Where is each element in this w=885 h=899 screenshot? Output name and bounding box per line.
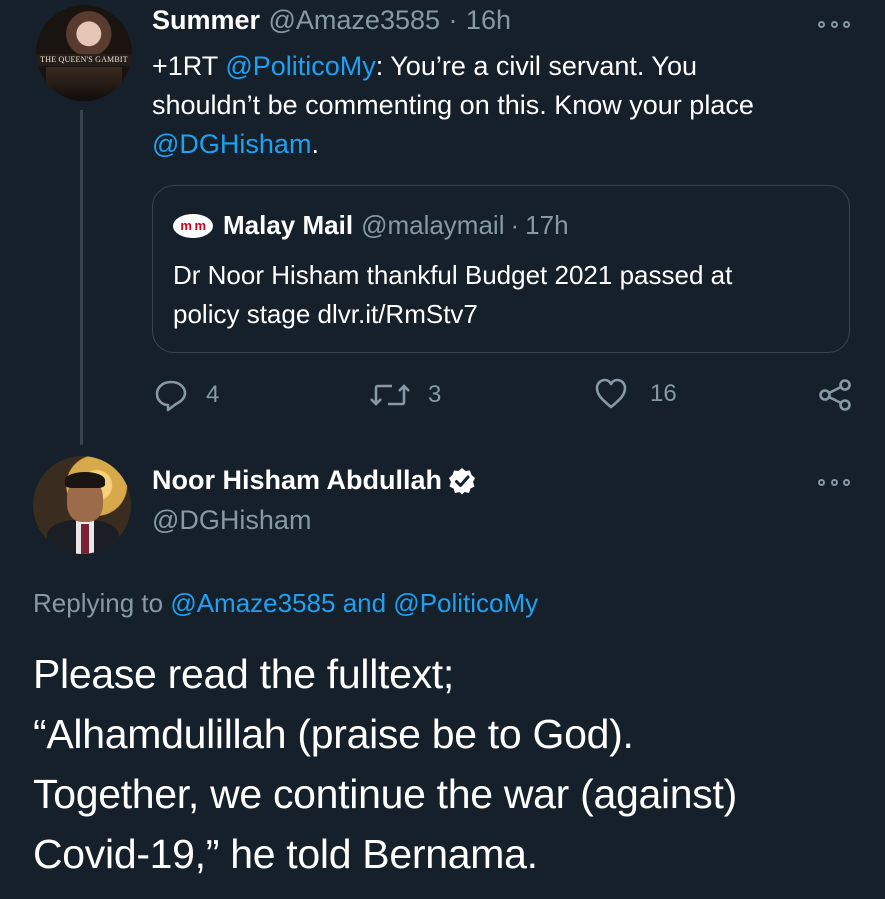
quoted-text-line2: policy stage dlvr.it/RmStv7: [173, 299, 478, 329]
mention-dghisham[interactable]: @DGHisham: [152, 129, 311, 159]
tweet2-text-line: Covid-19,” he told Bernama.: [33, 831, 538, 877]
reply-icon: [155, 380, 187, 412]
dghisham-avatar[interactable]: [33, 456, 131, 554]
tweet1-text-line2: shouldn’t be commenting on this. Know yo…: [152, 90, 754, 120]
share-button[interactable]: [818, 378, 852, 417]
tweet1-text-prefix: +1RT: [152, 51, 226, 81]
quoted-tweet-card[interactable]: m m Malay Mail @malaymail · 17h Dr Noor …: [152, 185, 850, 353]
malay-mail-logo-icon: m m: [173, 213, 213, 238]
tweet2-author-handle[interactable]: @DGHisham: [152, 505, 311, 536]
quoted-text-line1: Dr Noor Hisham thankful Budget 2021 pass…: [173, 260, 733, 290]
replying-to-line: Replying to @Amaze3585 and @PoliticoMy: [33, 588, 538, 619]
quoted-author-handle: @malaymail: [361, 210, 505, 240]
tweet2-text-line: Together, we continue the war (against): [33, 771, 737, 817]
like-button[interactable]: 16: [594, 378, 677, 410]
avatar-hair: [65, 472, 105, 488]
replying-and: and: [335, 588, 394, 618]
share-icon: [819, 379, 851, 411]
retweet-icon: [370, 384, 410, 406]
tweet1-text: +1RT @PoliticoMy: You’re a civil servant…: [152, 47, 852, 164]
tweet1-more-options-icon[interactable]: [818, 18, 850, 30]
like-count: 16: [650, 380, 677, 407]
reply-count: 4: [206, 381, 220, 408]
tweet1-time[interactable]: 16h: [466, 5, 511, 35]
thread-connector-line: [80, 110, 83, 445]
tweet2-more-options-icon[interactable]: [818, 476, 850, 488]
quoted-time: 17h: [525, 210, 569, 240]
quoted-tweet-header: m m Malay Mail @malaymail · 17h: [173, 210, 569, 241]
avatar-caption: THE QUEEN'S GAMBIT: [36, 54, 132, 66]
avatar-tie: [81, 524, 89, 554]
reply-button[interactable]: 4: [154, 378, 219, 412]
verified-badge-icon: [449, 467, 476, 494]
tweet2-text-line: “Alhamdulillah (praise be to God).: [33, 711, 634, 757]
avatar-figure: [46, 67, 122, 101]
replying-user-amaze3585[interactable]: @Amaze3585: [170, 588, 335, 618]
quoted-tweet-text: Dr Noor Hisham thankful Budget 2021 pass…: [173, 256, 732, 334]
quoted-separator: ·: [510, 210, 520, 240]
tweet1-text-end: .: [311, 129, 319, 159]
heart-icon: [595, 378, 627, 409]
tweet1-header: Summer @Amaze3585 · 16h: [152, 5, 511, 36]
retweet-button[interactable]: 3: [370, 378, 441, 412]
tweet1-separator: ·: [448, 5, 458, 35]
tweet2-header: Noor Hisham Abdullah: [152, 465, 476, 496]
summer-avatar[interactable]: THE QUEEN'S GAMBIT: [36, 5, 132, 101]
retweet-count: 3: [428, 381, 442, 408]
tweet2-text-line: Please read the fulltext;: [33, 651, 454, 697]
tweet2-author-name[interactable]: Noor Hisham Abdullah: [152, 465, 442, 496]
tweet2-text: Please read the fulltext; “Alhamdulillah…: [33, 644, 737, 884]
replying-prefix: Replying to: [33, 588, 171, 618]
tweet1-text-line1: : You’re a civil servant. You: [375, 51, 697, 81]
mention-politicomy[interactable]: @PoliticoMy: [225, 51, 375, 81]
tweet1-author-name[interactable]: Summer: [152, 5, 260, 35]
quoted-author-name: Malay Mail: [223, 210, 354, 240]
replying-user-politicomy[interactable]: @PoliticoMy: [393, 588, 538, 618]
tweet1-author-handle[interactable]: @Amaze3585: [269, 5, 441, 35]
